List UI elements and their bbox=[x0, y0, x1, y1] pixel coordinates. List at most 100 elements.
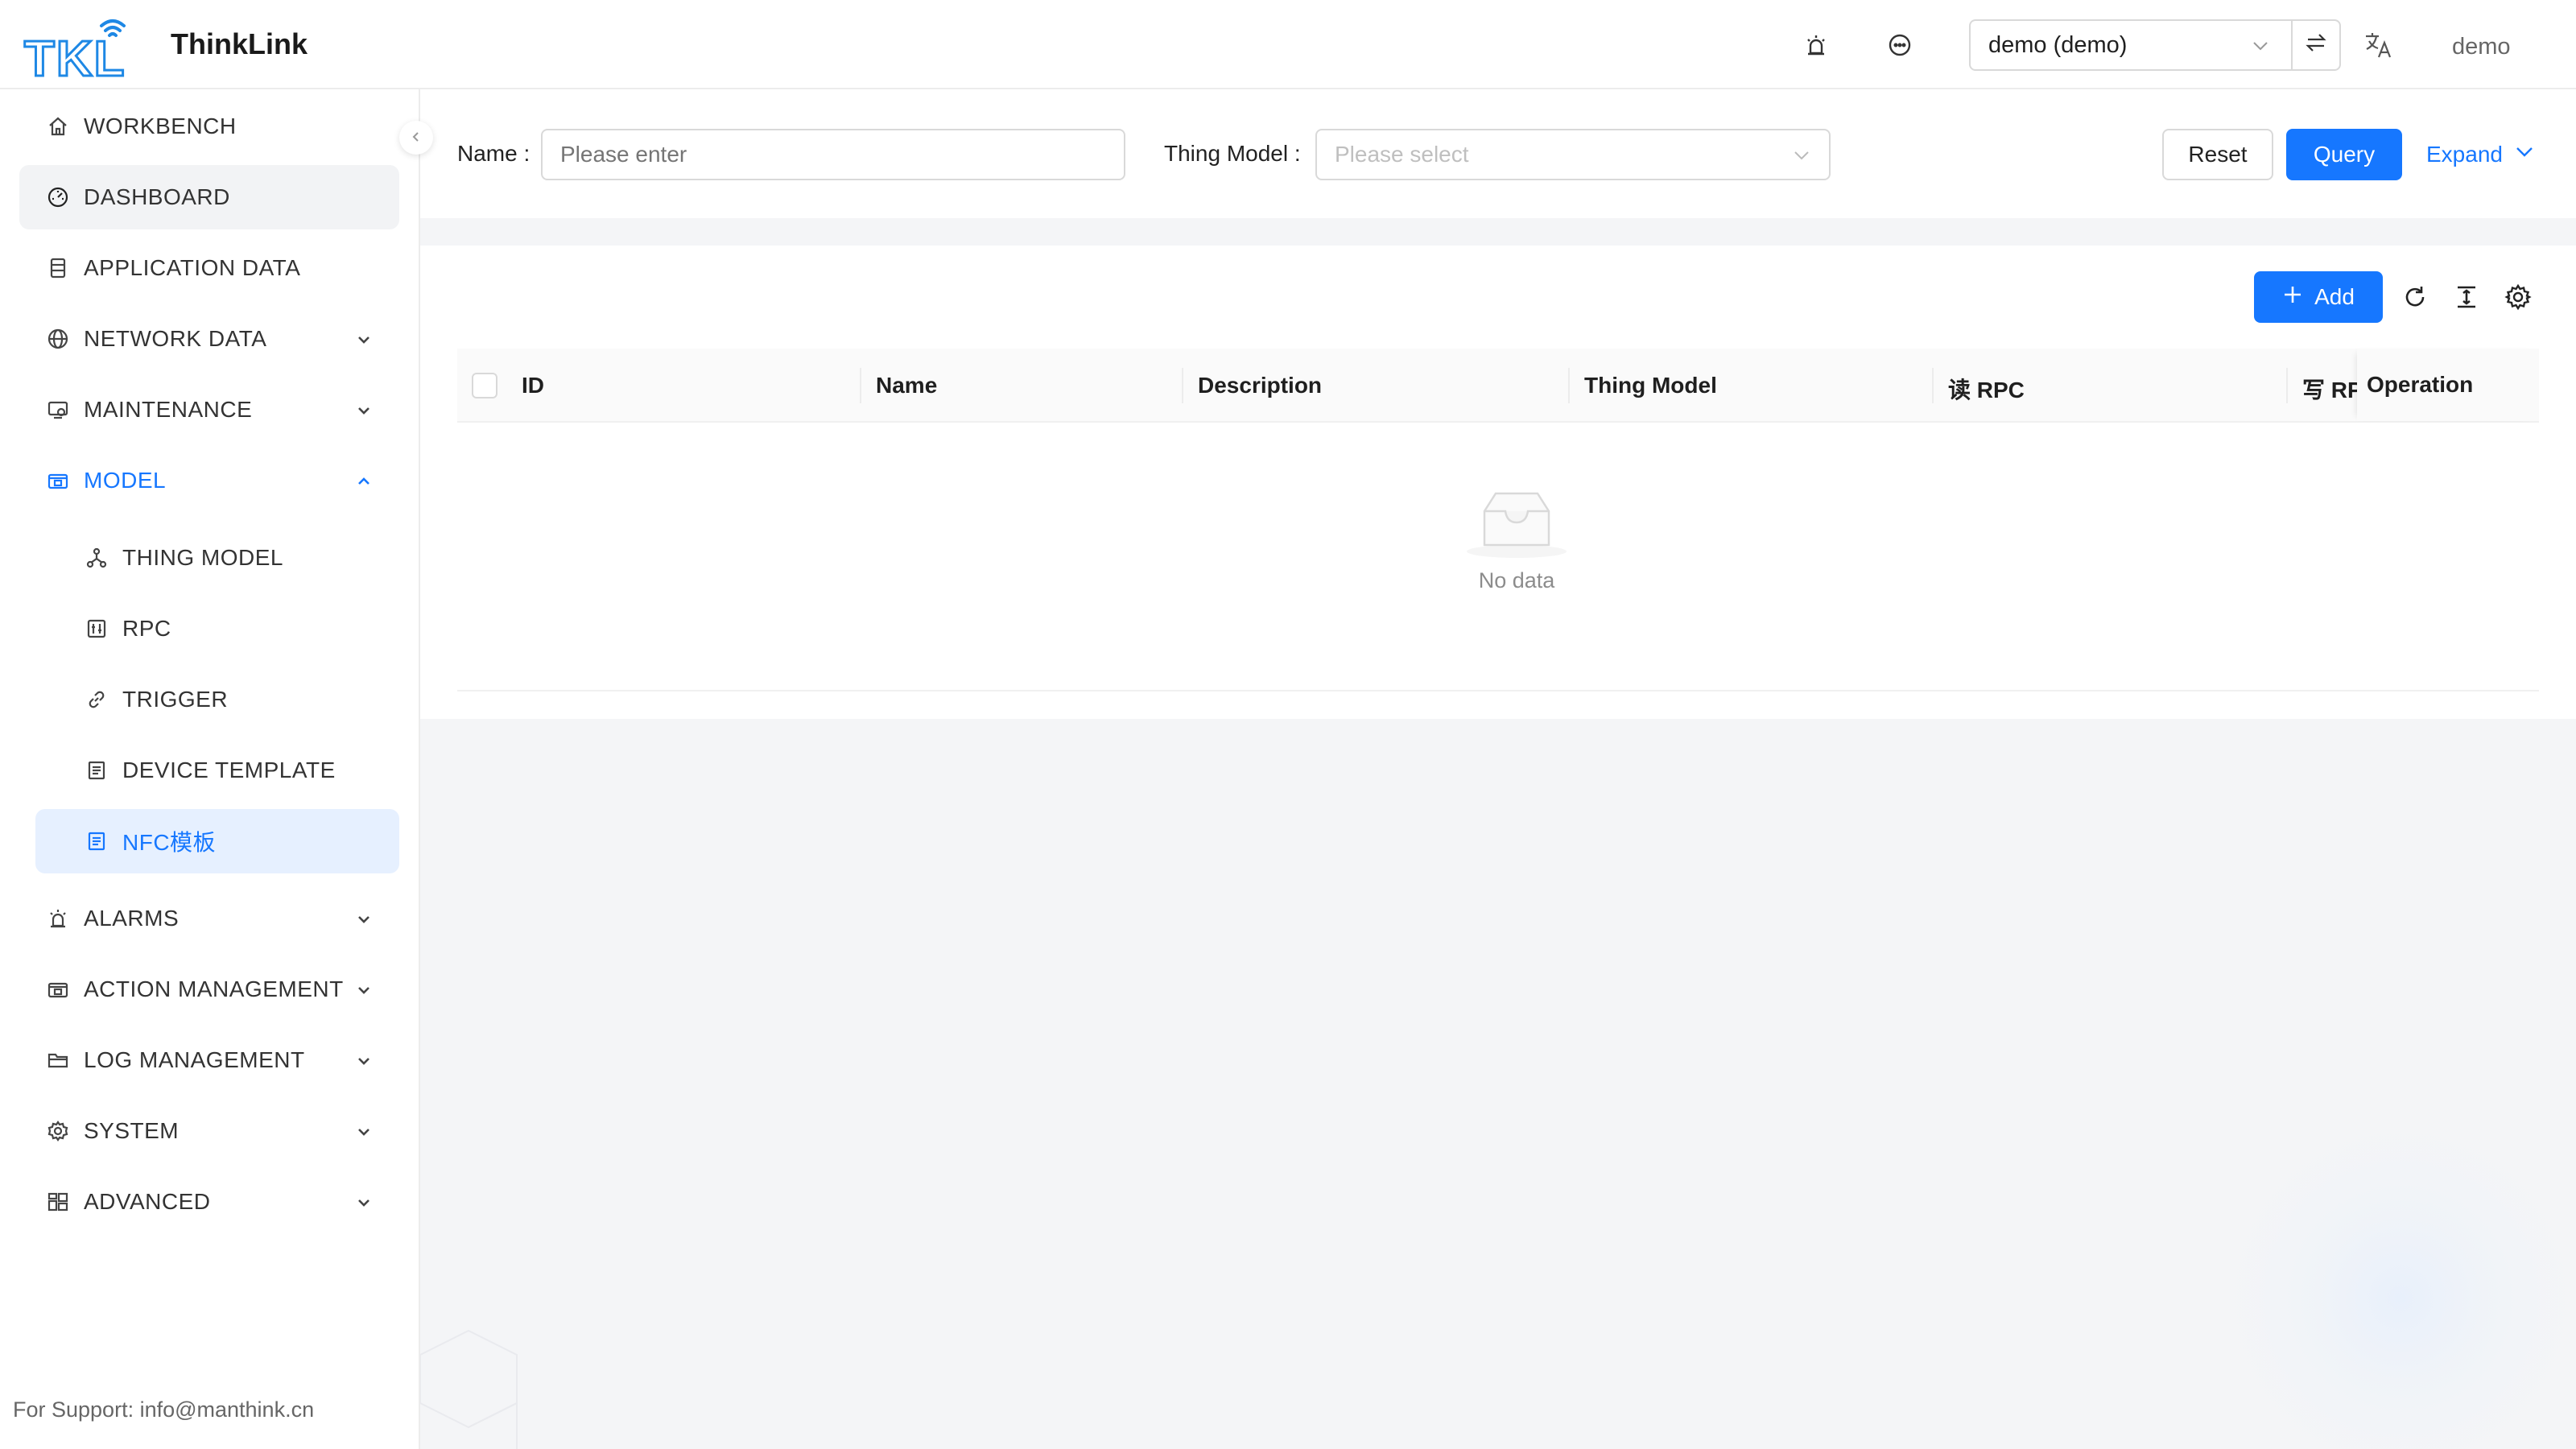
thing-model-select[interactable]: Please select bbox=[1315, 129, 1831, 180]
select-all-checkbox[interactable] bbox=[472, 373, 497, 398]
dashboard-icon bbox=[45, 184, 71, 210]
sidebar-item-network-data[interactable]: NETWORK DATA bbox=[19, 307, 399, 371]
swap-icon bbox=[2304, 31, 2328, 60]
rpc-icon bbox=[84, 616, 109, 642]
sidebar-item-label: LOG MANAGEMENT bbox=[84, 1047, 305, 1072]
column-separator[interactable] bbox=[1932, 368, 1934, 403]
home-icon bbox=[45, 114, 71, 139]
sidebar-item-action-management[interactable]: ACTION MANAGEMENT bbox=[19, 957, 399, 1022]
sidebar-item-trigger[interactable]: TRIGGER bbox=[35, 667, 399, 732]
content-background bbox=[420, 719, 2576, 1449]
link-icon bbox=[84, 687, 109, 712]
sidebar-item-maintenance[interactable]: MAINTENANCE bbox=[19, 378, 399, 442]
column-separator[interactable] bbox=[860, 368, 861, 403]
table-header: ID Name Description Thing Model 读 RPC 写 … bbox=[457, 349, 2539, 423]
template-icon bbox=[84, 828, 109, 854]
action-icon bbox=[45, 976, 71, 1002]
sidebar-item-label: WORKBENCH bbox=[84, 114, 237, 138]
refresh-icon[interactable] bbox=[2399, 281, 2431, 313]
density-icon[interactable] bbox=[2450, 281, 2483, 313]
column-header-name[interactable]: Name bbox=[876, 373, 937, 398]
plus-icon bbox=[2282, 284, 2303, 311]
empty-state: No data bbox=[1412, 487, 1621, 593]
sidebar-item-nfc-template[interactable]: NFC模板 bbox=[35, 809, 399, 873]
column-header-operation[interactable]: Operation bbox=[2357, 349, 2539, 421]
sidebar-item-label: MODEL bbox=[84, 468, 167, 493]
name-label: Name : bbox=[457, 141, 530, 166]
chevron-left-icon bbox=[408, 125, 424, 151]
chevron-down-icon bbox=[354, 1051, 374, 1076]
sidebar-item-workbench[interactable]: WORKBENCH bbox=[19, 94, 399, 159]
sidebar-item-dashboard[interactable]: DASHBOARD bbox=[19, 165, 399, 229]
sidebar-item-application-data[interactable]: APPLICATION DATA bbox=[19, 236, 399, 300]
sidebar-item-label: NFC模板 bbox=[122, 830, 217, 855]
sidebar-item-alarms[interactable]: ALARMS bbox=[19, 886, 399, 951]
message-icon[interactable] bbox=[1884, 29, 1916, 61]
maintenance-icon bbox=[45, 397, 71, 423]
sidebar-item-thing-model[interactable]: THING MODEL bbox=[35, 526, 399, 590]
add-label: Add bbox=[2314, 284, 2355, 309]
chevron-down-icon bbox=[354, 909, 374, 935]
sidebar-item-label: SYSTEM bbox=[84, 1118, 180, 1143]
svg-text:TKL: TKL bbox=[24, 31, 126, 79]
column-settings-icon[interactable] bbox=[2502, 281, 2534, 313]
chevron-down-icon bbox=[354, 980, 374, 1005]
app-title: ThinkLink bbox=[171, 27, 308, 60]
thing-model-label: Thing Model : bbox=[1164, 141, 1301, 166]
template-icon bbox=[84, 758, 109, 783]
reset-button[interactable]: Reset bbox=[2162, 129, 2273, 180]
sidebar-item-label: NETWORK DATA bbox=[84, 326, 267, 351]
support-text: For Support: info@manthink.cn bbox=[13, 1397, 315, 1422]
sidebar-item-log-management[interactable]: LOG MANAGEMENT bbox=[19, 1028, 399, 1092]
column-header-description[interactable]: Description bbox=[1198, 373, 1322, 398]
empty-inbox-icon bbox=[1460, 492, 1573, 564]
folder-icon bbox=[45, 1047, 71, 1073]
sidebar-item-label: DASHBOARD bbox=[84, 184, 230, 209]
globe-icon bbox=[45, 326, 71, 352]
sidebar-item-system[interactable]: SYSTEM bbox=[19, 1099, 399, 1163]
chevron-up-icon bbox=[354, 471, 374, 497]
gear-icon bbox=[45, 1118, 71, 1144]
sidebar-item-label: THING MODEL bbox=[122, 545, 283, 570]
user-name[interactable]: demo bbox=[2452, 34, 2511, 60]
sidebar-collapse-button[interactable] bbox=[399, 121, 433, 155]
column-header-thing-model[interactable]: Thing Model bbox=[1584, 373, 1717, 398]
add-button[interactable]: Add bbox=[2254, 271, 2383, 323]
column-separator[interactable] bbox=[1568, 368, 1570, 403]
column-separator[interactable] bbox=[2286, 368, 2288, 403]
sidebar-item-label: TRIGGER bbox=[122, 687, 229, 712]
sidebar-item-model[interactable]: MODEL bbox=[19, 448, 399, 513]
column-separator[interactable] bbox=[1182, 368, 1183, 403]
table-card: Add ID Name Description Thing Model 读 RP… bbox=[420, 246, 2576, 719]
chevron-down-icon bbox=[354, 1121, 374, 1147]
sidebar-item-device-template[interactable]: DEVICE TEMPLATE bbox=[35, 738, 399, 803]
sidebar-item-advanced[interactable]: ADVANCED bbox=[19, 1170, 399, 1234]
empty-text: No data bbox=[1478, 568, 1555, 592]
chevron-down-icon bbox=[354, 400, 374, 426]
chevron-down-icon bbox=[1792, 145, 1811, 171]
sidebar: WORKBENCH DASHBOARD APPLICATION DATA NET… bbox=[0, 89, 420, 1449]
column-header-read-rpc[interactable]: 读 RPC bbox=[1948, 373, 2025, 405]
sidebar-item-label: MAINTENANCE bbox=[84, 397, 253, 422]
chevron-down-icon bbox=[2251, 35, 2270, 62]
chevron-down-icon bbox=[2514, 141, 2535, 167]
translate-icon[interactable] bbox=[2362, 29, 2394, 61]
advanced-icon bbox=[45, 1189, 71, 1215]
query-button[interactable]: Query bbox=[2286, 129, 2402, 180]
alarm-icon[interactable] bbox=[1800, 29, 1832, 61]
sidebar-item-label: ACTION MANAGEMENT bbox=[84, 976, 344, 1001]
chevron-down-icon bbox=[354, 1192, 374, 1218]
name-input[interactable] bbox=[541, 129, 1125, 180]
tenant-select[interactable]: demo (demo) bbox=[1969, 19, 2293, 71]
swap-tenant-button[interactable] bbox=[2291, 19, 2341, 71]
sidebar-item-label: ALARMS bbox=[84, 906, 180, 931]
sidebar-item-label: RPC bbox=[122, 616, 171, 641]
sidebar-item-rpc[interactable]: RPC bbox=[35, 597, 399, 661]
expand-button[interactable]: Expand bbox=[2426, 141, 2535, 167]
thinklink-logo[interactable]: TKL bbox=[23, 13, 148, 89]
column-header-id[interactable]: ID bbox=[522, 373, 544, 398]
database-icon bbox=[45, 255, 71, 281]
column-header-write-rpc[interactable]: 写 RPC bbox=[2302, 373, 2359, 405]
chevron-down-icon bbox=[354, 329, 374, 355]
table-bottom-divider bbox=[457, 690, 2539, 691]
